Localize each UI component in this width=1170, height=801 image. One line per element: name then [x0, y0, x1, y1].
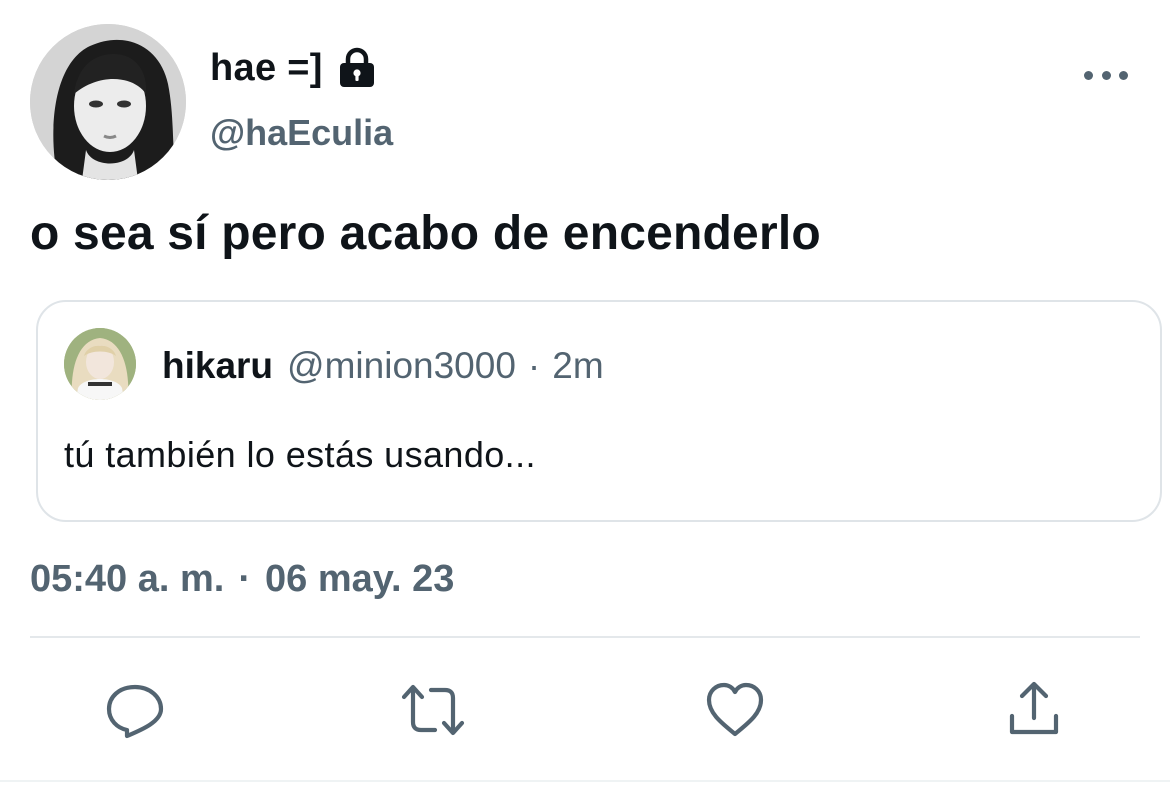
author-avatar[interactable]: [30, 24, 186, 180]
share-button[interactable]: [1002, 680, 1066, 740]
like-icon: [706, 682, 764, 737]
tweet-date: 06 may. 23: [265, 558, 455, 600]
author-name-row: hae =]: [210, 44, 377, 92]
quoted-avatar-image: [64, 328, 136, 400]
more-options-icon[interactable]: [1084, 62, 1128, 88]
divider: [30, 636, 1140, 638]
quoted-tweet[interactable]: hikaru @minion3000 · 2m tú también lo es…: [36, 300, 1162, 522]
tweet-text: o sea sí pero acabo de encenderlo: [30, 207, 821, 260]
author-avatar-image: [30, 24, 186, 180]
quoted-tweet-text: tú también lo estás usando...: [64, 434, 536, 475]
reply-button[interactable]: [103, 680, 167, 740]
quoted-handle[interactable]: @minion3000: [287, 345, 516, 387]
tweet-card: hae =] @haEculia o sea sí pero acabo de …: [0, 0, 1170, 801]
tweet-timestamp[interactable]: 05:40 a. m. · 06 may. 23: [30, 558, 454, 601]
reply-icon: [106, 684, 164, 739]
author-display-name[interactable]: hae =]: [210, 47, 323, 90]
like-button[interactable]: [703, 680, 767, 740]
retweet-icon: [401, 684, 465, 736]
quoted-display-name[interactable]: hikaru: [162, 345, 273, 387]
tweet-time: 05:40 a. m.: [30, 558, 225, 600]
share-icon: [1009, 681, 1059, 735]
quoted-relative-time: 2m: [552, 345, 604, 386]
quoted-author-avatar[interactable]: [64, 328, 136, 400]
quoted-separator: ·: [527, 345, 541, 386]
quoted-header: hikaru @minion3000 · 2m: [162, 342, 604, 390]
lock-icon: [337, 47, 377, 89]
author-handle[interactable]: @haEculia: [210, 112, 393, 154]
retweet-button[interactable]: [401, 680, 465, 740]
timestamp-separator: ·: [238, 558, 251, 600]
bottom-divider: [0, 780, 1170, 782]
